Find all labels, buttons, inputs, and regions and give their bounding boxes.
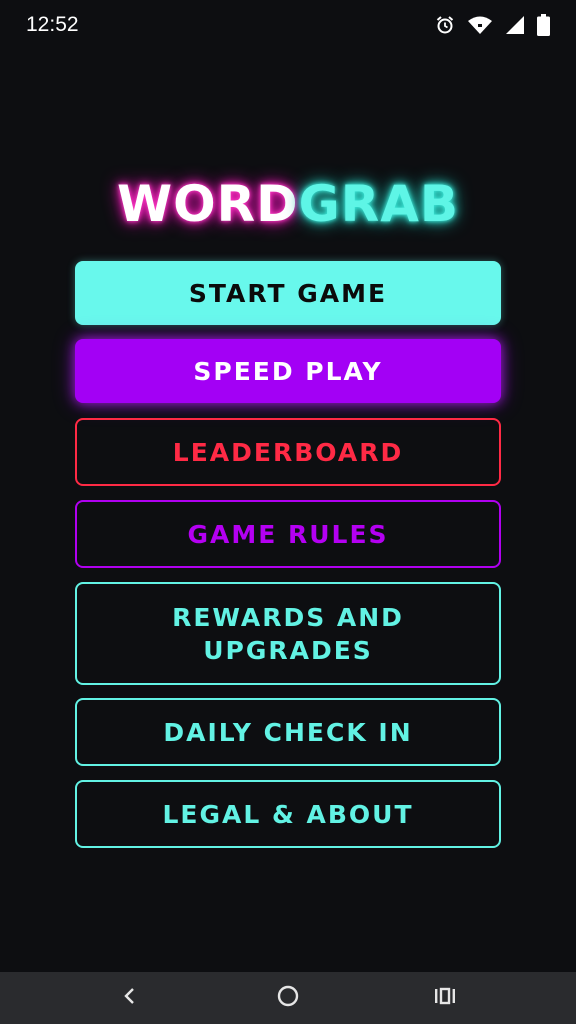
wifi-icon [467, 15, 493, 35]
home-icon [276, 984, 300, 1012]
app-logo: WORDGRAB [0, 176, 576, 232]
signal-icon [505, 15, 525, 35]
rewards-upgrades-button[interactable]: REWARDS AND UPGRADES [75, 582, 501, 685]
status-time: 12:52 [26, 13, 79, 36]
back-icon [122, 986, 138, 1010]
speed-play-label: SPEED PLAY [193, 356, 383, 386]
leaderboard-label: LEADERBOARD [172, 437, 404, 467]
home-button[interactable] [268, 982, 308, 1014]
logo-grab: GRAB [298, 175, 460, 233]
back-button[interactable] [110, 982, 150, 1014]
leaderboard-button[interactable]: LEADERBOARD [75, 418, 501, 486]
start-game-button[interactable]: START GAME [75, 261, 501, 325]
recents-icon [433, 986, 457, 1010]
main-menu-screen: 12:52 WORDGRAB START GAME SPEED PLAY LEA… [0, 0, 576, 1024]
navigation-bar [0, 972, 576, 1024]
legal-about-label: LEGAL & ABOUT [162, 799, 414, 829]
daily-check-in-label: DAILY CHECK IN [163, 717, 413, 747]
status-icons [435, 14, 550, 36]
game-rules-label: GAME RULES [187, 519, 389, 549]
game-rules-button[interactable]: GAME RULES [75, 500, 501, 568]
rewards-upgrades-label: REWARDS AND UPGRADES [172, 602, 404, 665]
speed-play-button[interactable]: SPEED PLAY [75, 339, 501, 403]
alarm-icon [435, 15, 455, 35]
daily-check-in-button[interactable]: DAILY CHECK IN [75, 698, 501, 766]
start-game-label: START GAME [188, 278, 388, 308]
logo-word: WORD [116, 175, 299, 233]
recents-button[interactable] [425, 982, 465, 1014]
legal-about-button[interactable]: LEGAL & ABOUT [75, 780, 501, 848]
battery-icon [537, 14, 550, 36]
status-bar: 12:52 [0, 0, 576, 52]
